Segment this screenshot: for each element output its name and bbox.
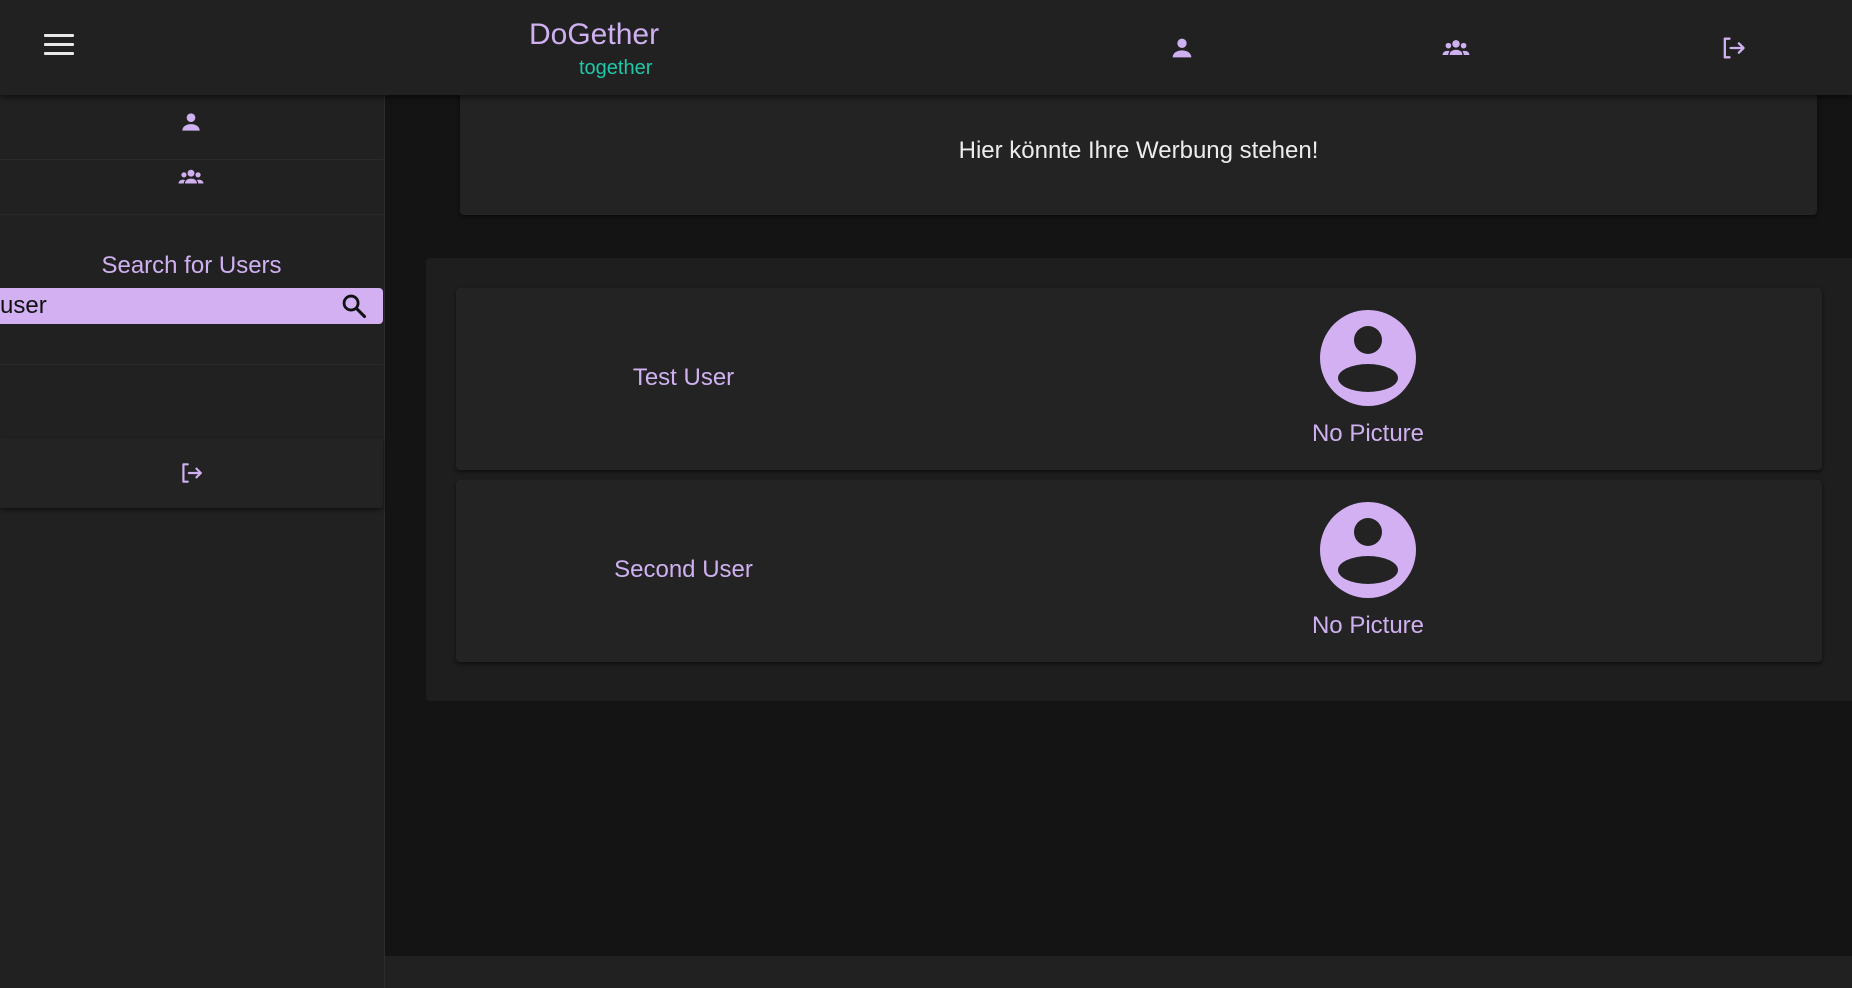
sidebar-item-groups[interactable] xyxy=(0,159,383,215)
ad-text: Hier könnte Ihre Werbung stehen! xyxy=(958,137,1319,164)
menu-icon[interactable] xyxy=(44,34,76,60)
groups-nav-icon[interactable] xyxy=(1442,34,1470,62)
search-results-panel: Test User No Picture Second User No Pict… xyxy=(426,258,1852,701)
ad-banner: Hier könnte Ihre Werbung stehen! xyxy=(460,95,1817,215)
group-icon xyxy=(178,164,204,190)
search-icon[interactable] xyxy=(340,292,368,320)
logout-nav-icon[interactable] xyxy=(1719,34,1747,62)
avatar-placeholder-icon xyxy=(1320,502,1416,598)
sidebar: Search for Users xyxy=(0,95,385,988)
user-name: Second User xyxy=(614,556,753,583)
user-result-card[interactable]: Second User No Picture xyxy=(456,480,1822,662)
person-icon xyxy=(1172,38,1192,58)
logout-icon xyxy=(1723,37,1745,59)
profile-nav-icon[interactable] xyxy=(1168,34,1196,62)
sidebar-item-logout[interactable] xyxy=(0,438,383,508)
sidebar-divider xyxy=(0,363,383,365)
user-result-card[interactable]: Test User No Picture xyxy=(456,288,1822,470)
search-input[interactable] xyxy=(0,288,330,324)
group-icon xyxy=(1442,40,1470,55)
user-name: Test User xyxy=(632,364,735,391)
search-label: Search for Users xyxy=(101,252,282,279)
person-icon xyxy=(178,109,204,135)
no-picture-label: No Picture xyxy=(1311,612,1425,639)
sidebar-item-profile[interactable] xyxy=(0,95,383,160)
no-picture-label: No Picture xyxy=(1311,420,1425,447)
brand-title: DoGether xyxy=(529,18,660,51)
avatar-placeholder-icon xyxy=(1320,310,1416,406)
logout-icon xyxy=(178,460,204,486)
main-content: Hier könnte Ihre Werbung stehen! Test Us… xyxy=(385,95,1852,956)
app-header: DoGether together xyxy=(0,0,1852,95)
brand-subtitle: together xyxy=(579,57,653,79)
bottom-bar xyxy=(385,956,1852,988)
search-box xyxy=(0,288,383,324)
